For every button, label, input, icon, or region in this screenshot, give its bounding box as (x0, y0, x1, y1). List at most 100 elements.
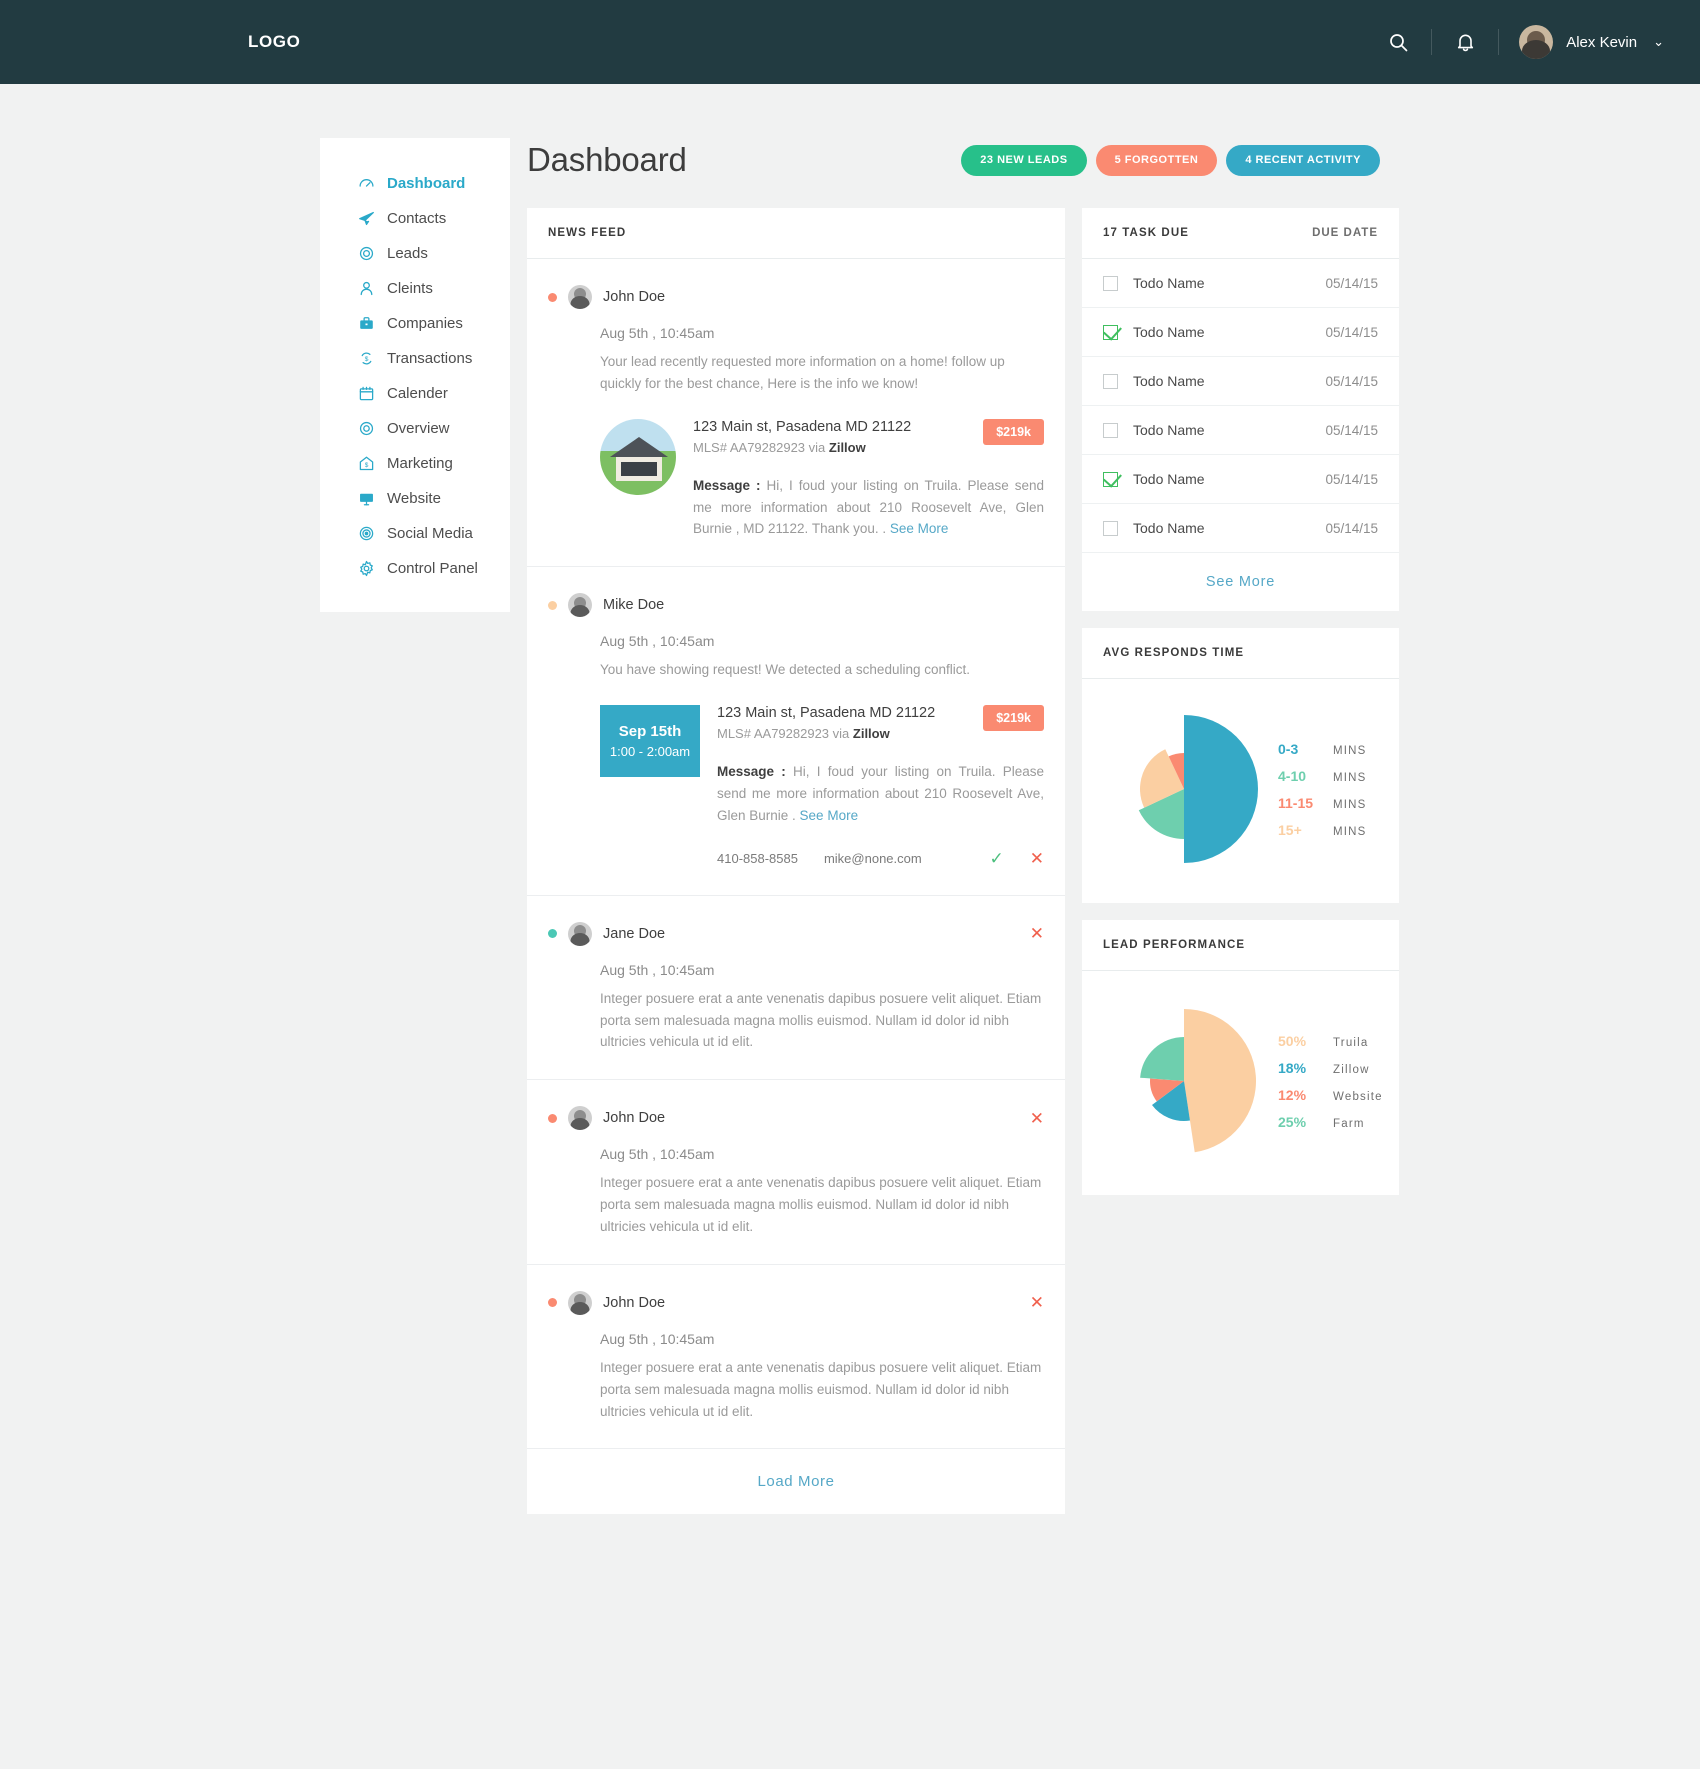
see-more-link[interactable]: See More (890, 521, 949, 536)
legend-value: 25% (1278, 1113, 1307, 1130)
avatar (568, 285, 592, 309)
dismiss-post-icon[interactable]: ✕ (1030, 1294, 1044, 1311)
dismiss-post-icon[interactable]: ✕ (1030, 925, 1044, 942)
sidebar-item-dashboard[interactable]: Dashboard (320, 166, 510, 201)
sidebar-item-label: Dashboard (387, 175, 466, 192)
notification-bell-icon[interactable] (1442, 19, 1488, 65)
task-checkbox[interactable] (1103, 324, 1118, 340)
sidebar-item-transactions[interactable]: $ Transactions (320, 341, 510, 376)
post-body: Aug 5th , 10:45am Your lead recently requ… (548, 325, 1044, 566)
legend-value: 50% (1278, 1032, 1307, 1049)
showing-date-block: Sep 15th 1:00 - 2:00am (600, 705, 700, 778)
post-text: Integer posuere erat a ante venenatis da… (600, 990, 1042, 1050)
sidebar-item-marketing[interactable]: $ Marketing (320, 446, 510, 481)
badge-2[interactable]: 4 RECENT ACTIVITY (1226, 144, 1380, 176)
paper-plane-icon (358, 210, 375, 227)
phone-number[interactable]: 410-858-8585 (717, 851, 798, 866)
post-header: Jane Doe ✕ (548, 921, 1044, 946)
sidebar-item-contacts[interactable]: Contacts (320, 201, 510, 236)
task-label: Todo Name (1133, 422, 1205, 438)
post-timestamp: Aug 5th , 10:45am (600, 633, 715, 650)
logo[interactable]: LOGO (248, 32, 300, 52)
gear-icon (358, 560, 375, 577)
post-text: Your lead recently requested more inform… (600, 354, 1005, 391)
task-list: Todo Name 05/14/15 Todo Name 05/14/15 Todo N… (1082, 259, 1399, 553)
sidebar-item-social-media[interactable]: Social Media (320, 516, 510, 551)
news-feed-column: NEWS FEED John Doe Aug 5th , 10:45am Your … (527, 208, 1065, 1515)
message-label: Message : (693, 477, 761, 493)
search-icon[interactable] (1375, 19, 1421, 65)
task-due-date: 05/14/15 (1325, 324, 1378, 340)
task-label: Todo Name (1133, 275, 1205, 291)
house-dollar-icon: $ (358, 455, 375, 472)
sidebar-item-label: Companies (387, 315, 463, 332)
right-sidebar-column: 17 TASK DUE DUE DATE Todo Name 05/14/15 To… (1082, 208, 1399, 1195)
task-checkbox[interactable] (1103, 422, 1118, 438)
listing-mls: MLS# AA79282923 via Zillow (717, 726, 890, 742)
task-card-header: 17 TASK DUE DUE DATE (1082, 208, 1399, 259)
feed-post: Jane Doe ✕ Aug 5th , 10:45am Integer posuer… (527, 896, 1065, 1081)
sidebar-item-leads[interactable]: Leads (320, 236, 510, 271)
legend-label: Truila (1333, 1036, 1369, 1049)
listing-source: Zillow (828, 439, 866, 455)
sidebar-item-website[interactable]: Website (320, 481, 510, 516)
task-checkbox[interactable] (1103, 275, 1118, 291)
post-text: Integer posuere erat a ante venenatis da… (600, 1359, 1042, 1419)
badge-0[interactable]: 23 NEW LEADS (961, 144, 1087, 176)
tasks-see-more-button[interactable]: See More (1082, 553, 1399, 611)
sidebar-item-control-panel[interactable]: Control Panel (320, 551, 510, 586)
main-content: Dashboard 23 NEW LEADS 5 FORGOTTEN 4 RECEN… (527, 138, 1399, 1515)
post-text: You have showing request! We detected a … (600, 662, 970, 678)
email-address[interactable]: mike@none.com (824, 851, 922, 866)
legend-row: 11-15 MINS (1278, 795, 1381, 811)
task-due-card: 17 TASK DUE DUE DATE Todo Name 05/14/15 To… (1082, 208, 1399, 611)
pie-chart-responds (1100, 709, 1268, 869)
legend-leads: 50% Truila 18% Zillow 12% Website 25% Farm (1268, 1033, 1383, 1130)
badge-1[interactable]: 5 FORGOTTEN (1095, 144, 1218, 176)
due-date-heading: DUE DATE (1312, 227, 1378, 239)
divider (1498, 29, 1500, 55)
feed-post: John Doe ✕ Aug 5th , 10:45am Integer posuer… (527, 1080, 1065, 1265)
checkmark-icon[interactable]: ✓ (990, 849, 1004, 869)
sidebar-item-cleints[interactable]: Cleints (320, 271, 510, 306)
task-checkbox[interactable] (1103, 520, 1118, 536)
task-checkbox[interactable] (1103, 373, 1118, 389)
post-timestamp: Aug 5th , 10:45am (600, 961, 715, 978)
legend-label: Website (1333, 1090, 1383, 1103)
avatar (568, 1106, 592, 1131)
legend-row: 15+ MINS (1278, 822, 1381, 838)
post-text: Integer posuere erat a ante venenatis da… (600, 1175, 1042, 1235)
post-author: Jane Doe (603, 925, 666, 942)
post-header: John Doe ✕ (548, 1106, 1044, 1131)
see-more-link[interactable]: See More (800, 808, 859, 823)
sidebar-item-companies[interactable]: Companies (320, 306, 510, 341)
chevron-down-icon[interactable]: ⌄ (1653, 34, 1664, 50)
user-menu[interactable]: Alex Kevin ⌄ (1519, 25, 1664, 59)
legend-label: Farm (1333, 1117, 1365, 1130)
post-author: John Doe (603, 289, 666, 305)
address-row: 123 Main st, Pasadena MD 21122 MLS# AA792… (693, 418, 1044, 455)
pie-chart-leads (1100, 1001, 1268, 1161)
dismiss-post-icon[interactable]: ✕ (1030, 1110, 1044, 1127)
legend-row: 4-10 MINS (1278, 768, 1381, 784)
task-row: Todo Name 05/14/15 (1082, 455, 1399, 504)
feed-post: John Doe ✕ Aug 5th , 10:45am Integer posuer… (527, 1265, 1065, 1449)
status-dot-icon (548, 1298, 557, 1308)
topbar-actions: Alex Kevin ⌄ (1375, 19, 1664, 65)
status-dot-icon (548, 929, 557, 939)
task-due-heading: 17 TASK DUE (1103, 227, 1190, 239)
post-header: Mike Doe (548, 593, 1044, 618)
sidebar-item-label: Control Panel (387, 560, 478, 577)
sidebar-item-calender[interactable]: Calender (320, 376, 510, 411)
avg-responds-time-card: AVG RESPONDS TIME 0-3 MINS 4-10 MINS 11-15 MI… (1082, 628, 1399, 903)
news-feed-list: John Doe Aug 5th , 10:45am Your lead recen… (527, 259, 1065, 1448)
post-body: Aug 5th , 10:45am Integer posuere erat a … (548, 1331, 1044, 1449)
load-more-button[interactable]: Load More (527, 1448, 1065, 1514)
legend-responds: 0-3 MINS 4-10 MINS 11-15 MINS 15+ MINS (1268, 741, 1381, 838)
x-icon[interactable]: ✕ (1030, 849, 1044, 869)
task-checkbox[interactable] (1103, 471, 1118, 487)
price-badge: $219k (983, 705, 1044, 732)
address-row: 123 Main st, Pasadena MD 21122 MLS# AA792… (717, 705, 1044, 741)
sidebar-item-overview[interactable]: Overview (320, 411, 510, 446)
news-feed-card: NEWS FEED John Doe Aug 5th , 10:45am Your … (527, 208, 1065, 1515)
